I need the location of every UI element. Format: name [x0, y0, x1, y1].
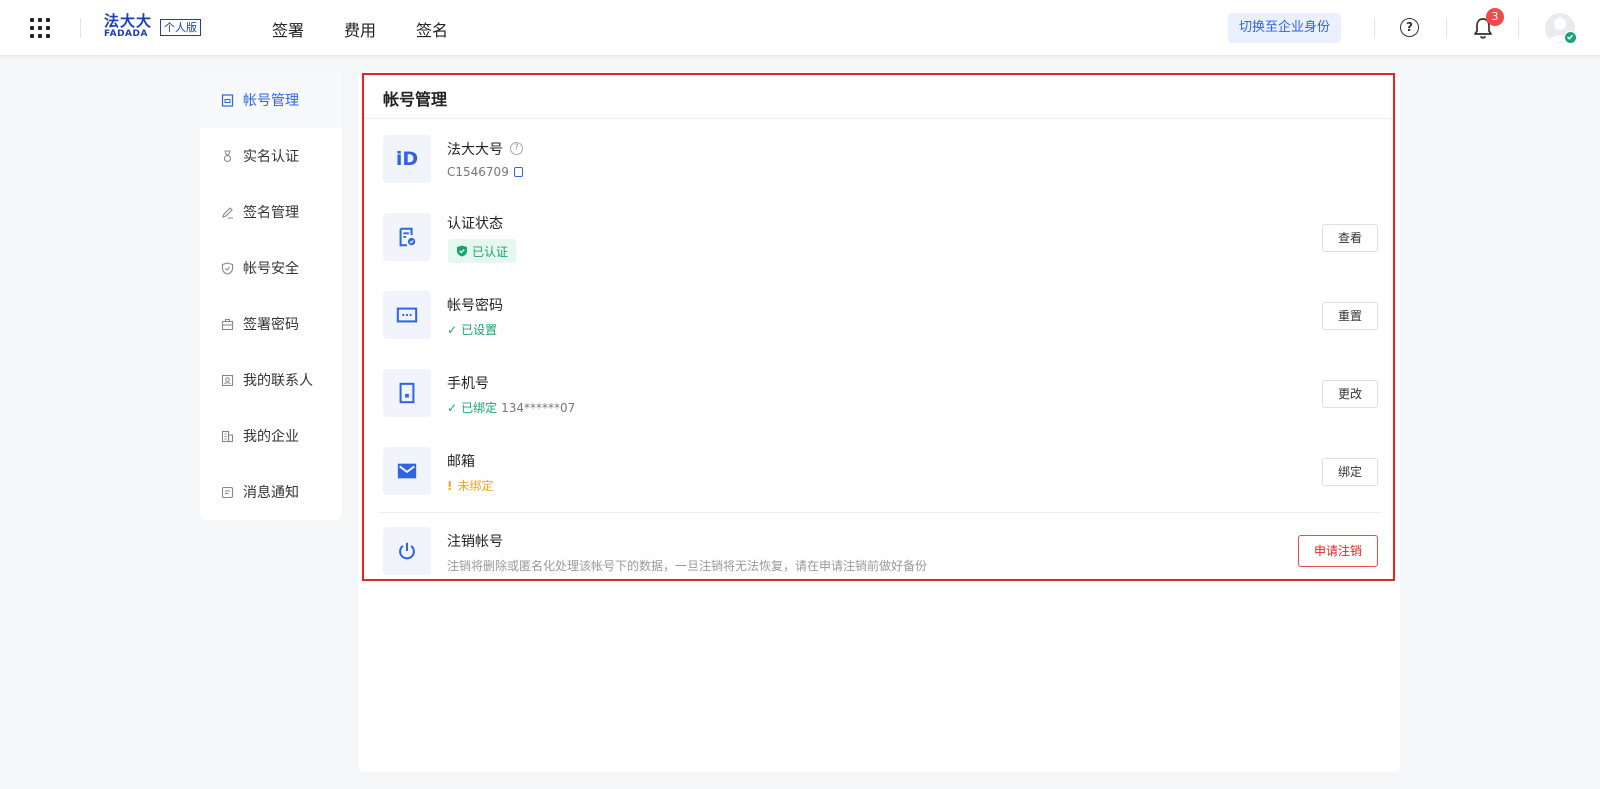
phone-label: 手机号 [447, 376, 489, 392]
nav-signature[interactable]: 签名 [416, 17, 448, 41]
nav-fees[interactable]: 费用 [344, 17, 376, 41]
sidebar-item-contacts[interactable]: 我的联系人 [200, 352, 342, 408]
header-divider [1518, 18, 1519, 38]
check-icon: ✓ [447, 322, 458, 337]
reset-password-button[interactable]: 重置 [1322, 302, 1378, 330]
email-status: 未绑定 [457, 479, 494, 493]
header-divider [80, 18, 81, 38]
shield-check-icon [457, 245, 467, 257]
notice-icon [220, 485, 234, 499]
id-icon-text: iD [395, 148, 419, 170]
title-divider [364, 118, 1393, 119]
password-label: 帐号密码 [447, 298, 503, 314]
contact-icon [220, 373, 234, 387]
pen-icon [220, 205, 234, 219]
apps-grid-icon[interactable] [30, 18, 50, 38]
fadada-id-value-row: C1546709 [447, 165, 523, 179]
row-divider [378, 512, 1382, 513]
password-status: 已设置 [461, 323, 498, 337]
shield-icon [220, 261, 234, 275]
nav-sign[interactable]: 签署 [272, 17, 304, 41]
fadada-id-value: C1546709 [447, 165, 509, 179]
sidebar-item-security[interactable]: 帐号安全 [200, 240, 342, 296]
sidebar-item-label: 帐号管理 [243, 93, 299, 109]
keyboard-icon [396, 307, 418, 323]
auth-status-text: 已认证 [472, 244, 509, 259]
sidebar-item-label: 消息通知 [243, 485, 299, 501]
medal-icon [220, 149, 234, 163]
cancel-account-label: 注销帐号 [447, 534, 503, 550]
logo-text: 法大大 [104, 12, 153, 30]
cancel-account-icon [383, 527, 431, 575]
account-icon [220, 93, 234, 107]
sidebar-item-label: 帐号安全 [243, 261, 299, 277]
cancel-account-description: 注销将删除或匿名化处理该帐号下的数据，一旦注销将无法恢复，请在申请注销前做好备份 [447, 559, 928, 573]
power-icon [399, 542, 415, 560]
switch-enterprise-button[interactable]: 切换至企业身份 [1228, 13, 1342, 43]
notification-badge: 3 [1486, 8, 1504, 26]
sidebar-item-account[interactable]: 帐号管理 [200, 72, 342, 128]
logo-subtext: FADADA [104, 29, 148, 39]
phone-number: 134******07 [501, 400, 576, 415]
envelope-icon [397, 463, 417, 479]
email-status-row: ! 未绑定 [447, 477, 494, 494]
sidebar: 帐号管理 实名认证 签名管理 帐号安全 签署密码 我的联系人 我的企业 消息通知 [200, 72, 342, 520]
copy-icon[interactable] [513, 167, 523, 177]
help-icon[interactable]: ? [1400, 18, 1419, 37]
bind-email-button[interactable]: 绑定 [1322, 458, 1378, 486]
fadada-logo[interactable]: 法大大 FADADA [104, 12, 153, 40]
sidebar-item-sign-password[interactable]: 签署密码 [200, 296, 342, 352]
password-status-row: ✓ 已设置 [447, 321, 497, 338]
sidebar-item-label: 签名管理 [243, 205, 299, 221]
page-title: 帐号管理 [383, 90, 448, 109]
change-phone-button[interactable]: 更改 [1322, 380, 1378, 408]
verified-check-icon [1564, 31, 1577, 44]
sidebar-item-label: 实名认证 [243, 149, 299, 165]
sidebar-item-enterprise[interactable]: 我的企业 [200, 408, 342, 464]
sidebar-item-realname[interactable]: 实名认证 [200, 128, 342, 184]
fadada-id-label: 法大大号 [447, 142, 503, 158]
briefcase-icon [220, 317, 234, 331]
warning-icon: ! [447, 478, 453, 493]
sidebar-item-signature[interactable]: 签名管理 [200, 184, 342, 240]
header-divider [1446, 18, 1447, 38]
email-label: 邮箱 [447, 454, 475, 470]
auth-status-label: 认证状态 [447, 216, 503, 232]
header-divider [1374, 18, 1375, 38]
id-icon: iD [383, 135, 431, 183]
auth-doc-icon [383, 213, 431, 261]
edition-badge: 个人版 [160, 19, 201, 36]
sidebar-item-label: 我的企业 [243, 429, 299, 445]
sidebar-item-label: 我的联系人 [243, 373, 313, 389]
certificate-icon [399, 227, 416, 247]
password-icon [383, 291, 431, 339]
phone-icon [383, 369, 431, 417]
check-icon: ✓ [447, 400, 458, 415]
mobile-icon [399, 382, 415, 404]
view-auth-button[interactable]: 查看 [1322, 224, 1378, 252]
question-icon[interactable]: ? [510, 142, 523, 155]
apply-cancel-button[interactable]: 申请注销 [1298, 535, 1378, 567]
phone-status: 已绑定 [461, 401, 498, 415]
top-header: 法大大 FADADA 个人版 签署 费用 签名 切换至企业身份 ? 3 [0, 0, 1600, 55]
email-icon [383, 447, 431, 495]
auth-status-badge: 已认证 [448, 239, 517, 263]
sidebar-item-label: 签署密码 [243, 317, 299, 333]
sidebar-item-notifications[interactable]: 消息通知 [200, 464, 342, 520]
phone-status-row: ✓ 已绑定 134******07 [447, 399, 575, 416]
building-icon [220, 429, 234, 443]
